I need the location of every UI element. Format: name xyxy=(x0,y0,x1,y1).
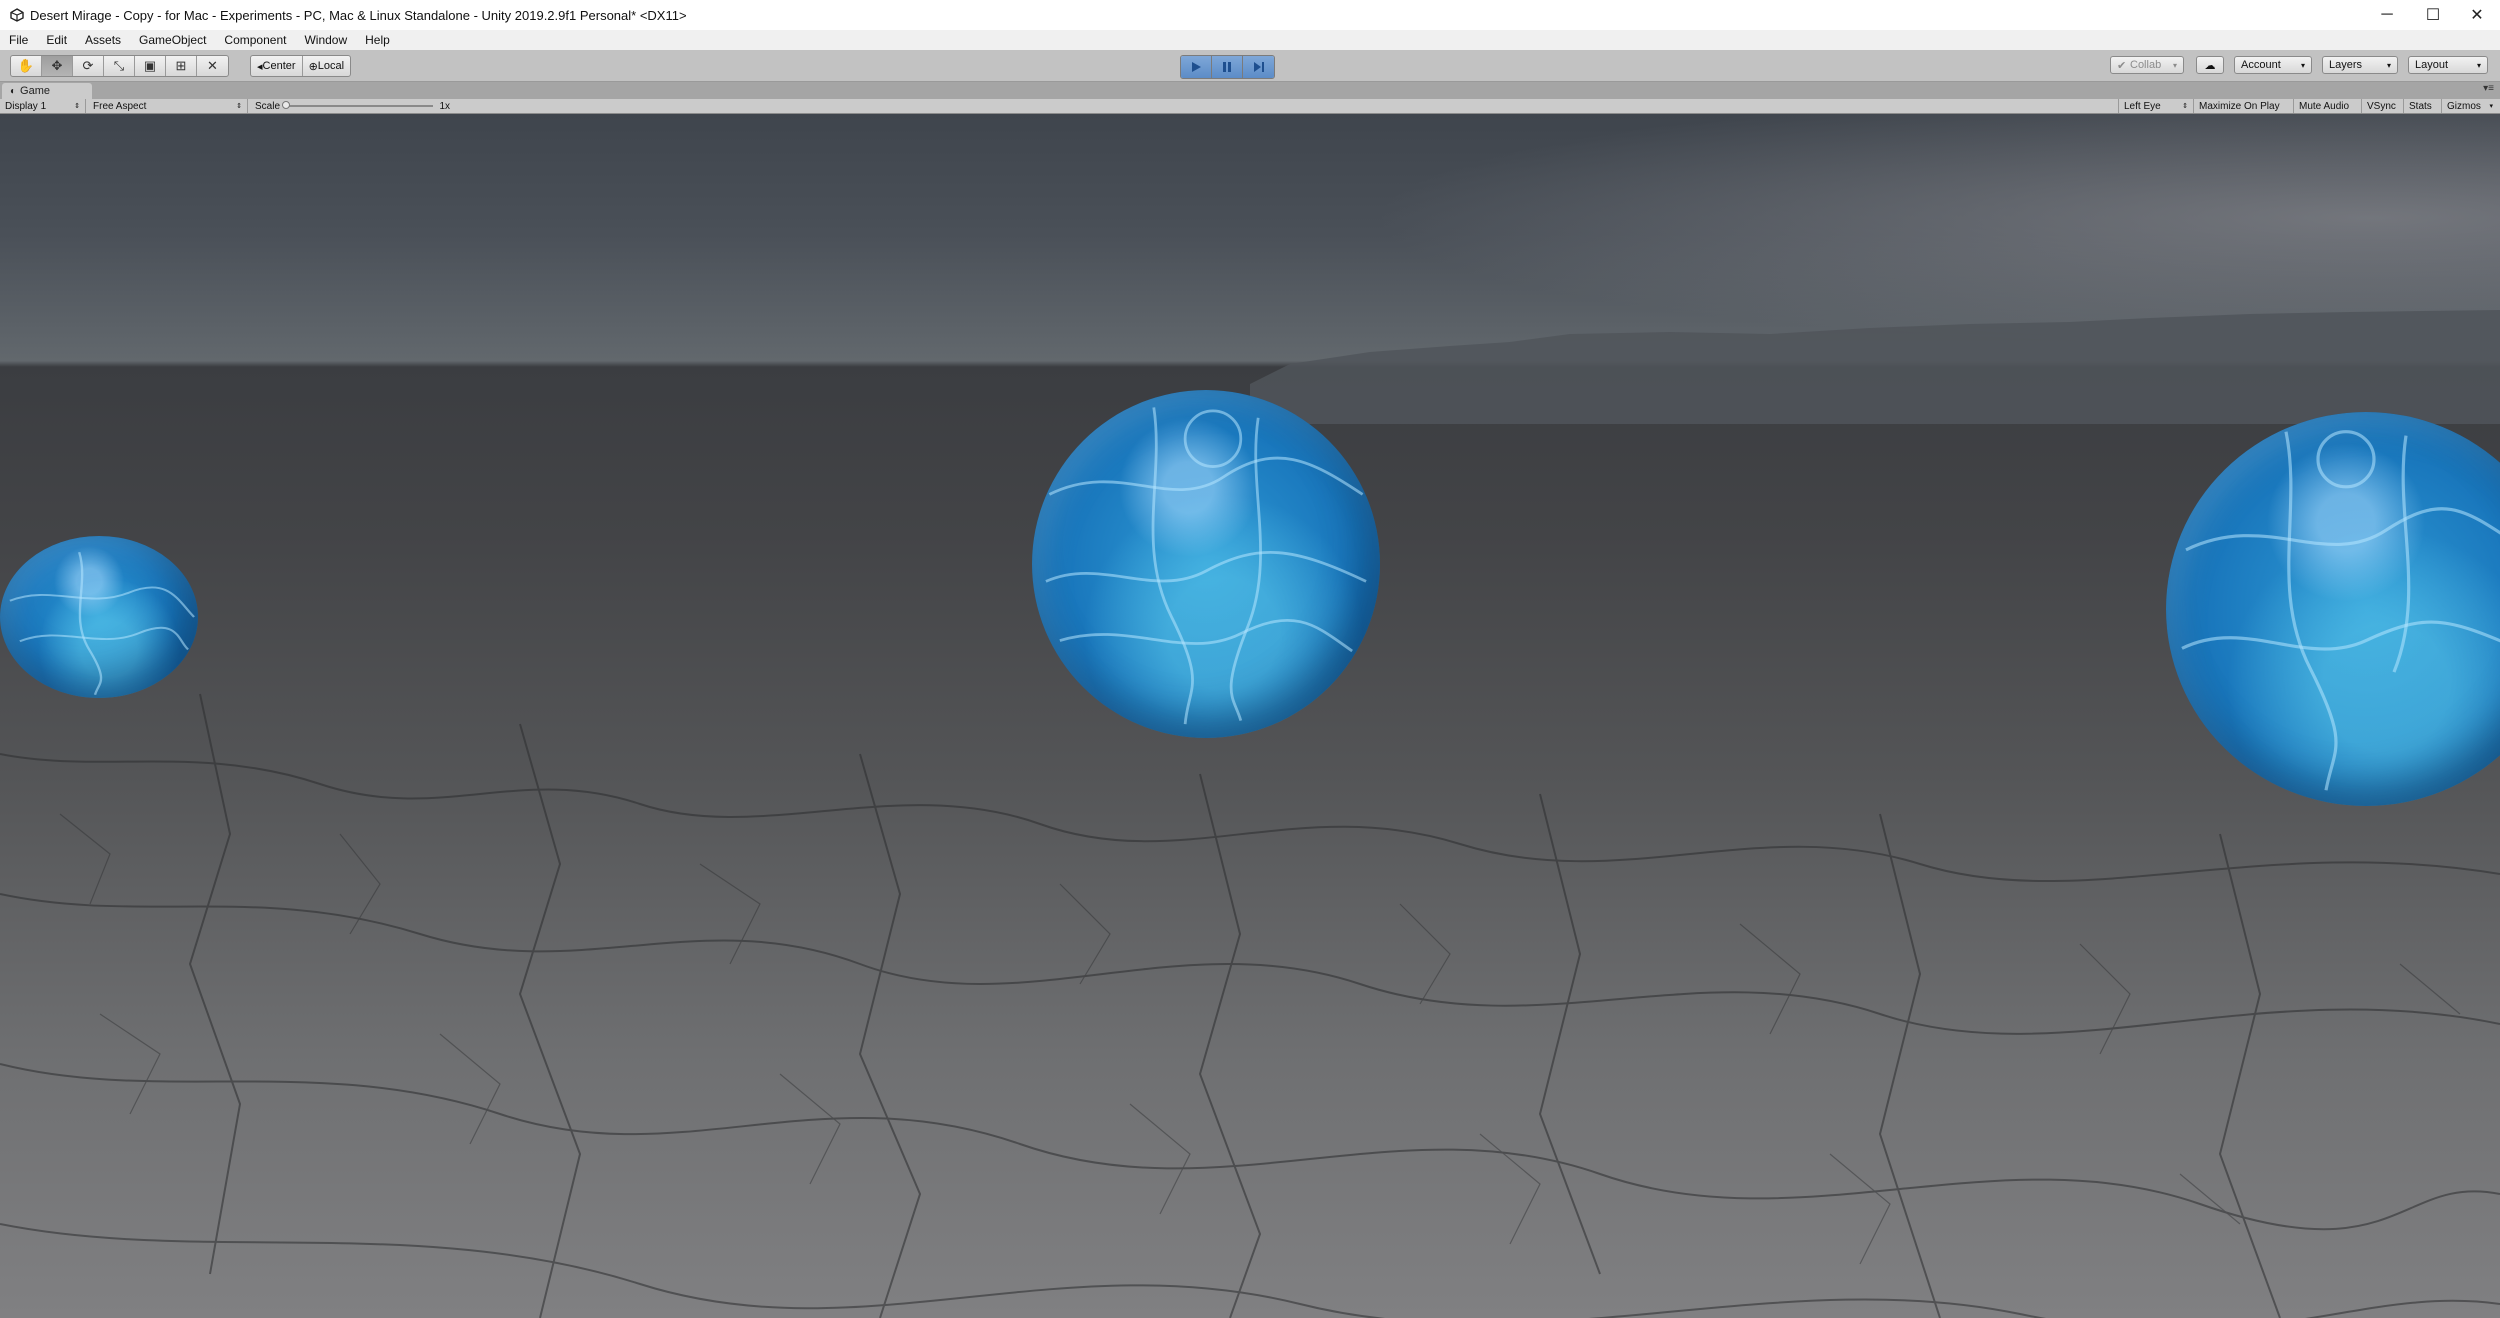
account-label: Account xyxy=(2241,59,2281,71)
step-button[interactable] xyxy=(1243,56,1274,78)
mute-audio-toggle[interactable]: Mute Audio xyxy=(2294,99,2362,113)
menu-gameobject[interactable]: GameObject xyxy=(130,33,215,47)
close-icon[interactable]: ✕ xyxy=(2454,0,2500,30)
menu-component[interactable]: Component xyxy=(215,33,295,47)
unity-logo-icon xyxy=(10,8,24,22)
account-caret-icon: ▾ xyxy=(2300,60,2305,70)
maximize-icon[interactable]: ☐ xyxy=(2410,0,2456,30)
account-dropdown[interactable]: Account ▾ xyxy=(2234,56,2312,74)
vsync-toggle[interactable]: VSync xyxy=(2362,99,2404,113)
collab-check-icon: ✔ xyxy=(2117,59,2127,72)
menu-bar: File Edit Assets GameObject Component Wi… xyxy=(0,30,2500,50)
pivot-local-label: Local xyxy=(317,60,345,72)
menu-edit[interactable]: Edit xyxy=(37,33,76,47)
menu-file[interactable]: File xyxy=(0,33,37,47)
play-icon xyxy=(1192,62,1201,72)
game-tab-icon: ◐ xyxy=(10,85,17,97)
play-button[interactable] xyxy=(1181,56,1212,78)
aspect-updown-icon: ⇕ xyxy=(236,103,242,110)
layers-label: Layers xyxy=(2329,59,2363,71)
maximize-on-play-label: Maximize On Play xyxy=(2199,100,2280,112)
window-title: Desert Mirage - Copy - for Mac - Experim… xyxy=(30,7,687,23)
play-controls xyxy=(1180,55,1275,79)
rect-tool-icon[interactable]: ▣ xyxy=(135,56,166,76)
rotate-tool-icon[interactable]: ⟳ xyxy=(73,56,104,76)
tab-game[interactable]: ◐ Game xyxy=(2,83,92,99)
layers-caret-icon: ▾ xyxy=(2386,60,2391,70)
maximize-on-play-toggle[interactable]: Maximize On Play xyxy=(2194,99,2294,113)
menu-assets[interactable]: Assets xyxy=(76,33,130,47)
game-tab-label: Game xyxy=(20,85,51,97)
tab-menu-icon[interactable]: ▾≡ xyxy=(2483,83,2494,94)
transform-tool-icon[interactable]: ⊞ xyxy=(166,56,197,76)
custom-tool-icon[interactable]: ✕ xyxy=(197,56,228,76)
layers-dropdown[interactable]: Layers ▾ xyxy=(2322,56,2398,74)
sphere-caustics xyxy=(2181,430,2500,791)
collab-button[interactable]: ✔ Collab ▾ xyxy=(2110,56,2184,74)
gizmos-dropdown[interactable]: Gizmos ▾ xyxy=(2442,99,2498,113)
display-label: Display 1 xyxy=(5,100,47,112)
minimize-icon[interactable]: ─ xyxy=(2364,0,2410,30)
gizmos-caret-icon: ▾ xyxy=(2489,103,2493,110)
pivot-local-icon: ⊕ xyxy=(308,60,318,73)
eye-label: Left Eye xyxy=(2124,100,2161,112)
cloud-button[interactable]: ☁ xyxy=(2196,56,2224,74)
water-sphere-center[interactable] xyxy=(1032,390,1380,738)
layout-dropdown[interactable]: Layout ▾ xyxy=(2408,56,2488,74)
sphere-caustics xyxy=(9,551,195,696)
layout-caret-icon: ▾ xyxy=(2476,60,2481,70)
scale-tool-icon[interactable]: ⤡ xyxy=(104,56,135,76)
scale-slider-thumb[interactable] xyxy=(282,101,290,109)
step-icon xyxy=(1253,62,1264,72)
hand-tool-icon[interactable]: ✋ xyxy=(11,56,42,76)
distant-mountains xyxy=(1250,310,2500,424)
menu-help[interactable]: Help xyxy=(356,33,399,47)
pause-icon xyxy=(1223,62,1231,72)
window-title-bar: Desert Mirage - Copy - for Mac - Experim… xyxy=(0,0,2500,31)
game-viewport[interactable] xyxy=(0,114,2500,1318)
pause-button[interactable] xyxy=(1212,56,1243,78)
transform-tools: ✋ ✥ ⟳ ⤡ ▣ ⊞ ✕ xyxy=(10,55,229,77)
main-toolbar: ✋ ✥ ⟳ ⤡ ▣ ⊞ ✕ ◂ Center ⊕ Local ✔ Collab … xyxy=(0,50,2500,82)
pivot-center-button[interactable]: ◂ Center xyxy=(251,56,303,76)
game-view-toolbar: Display 1 ⇕ Free Aspect ⇕ Scale 1x Left … xyxy=(0,99,2500,114)
pivot-center-label: Center xyxy=(262,60,296,72)
scale-label: Scale xyxy=(255,100,281,112)
scale-value: 1x xyxy=(439,100,450,112)
eye-dropdown[interactable]: Left Eye ⇕ xyxy=(2118,99,2194,113)
mute-audio-label: Mute Audio xyxy=(2299,100,2350,112)
eye-updown-icon: ⇕ xyxy=(2182,103,2188,110)
cloud-icon: ☁ xyxy=(2204,59,2216,72)
stats-toggle[interactable]: Stats xyxy=(2404,99,2442,113)
menu-window[interactable]: Window xyxy=(295,33,356,47)
water-sphere-right[interactable] xyxy=(2166,412,2500,806)
game-tab-row: ◐ Game ▾≡ xyxy=(0,82,2500,99)
display-updown-icon: ⇕ xyxy=(74,103,80,110)
pivot-local-button[interactable]: ⊕ Local xyxy=(303,56,351,76)
aspect-label: Free Aspect xyxy=(93,100,147,112)
display-dropdown[interactable]: Display 1 ⇕ xyxy=(0,99,86,113)
pivot-toggles: ◂ Center ⊕ Local xyxy=(250,55,352,77)
collab-label: Collab xyxy=(2130,59,2162,71)
collab-caret-icon: ▾ xyxy=(2172,60,2177,70)
sphere-caustics xyxy=(1045,407,1367,725)
water-sphere-left[interactable] xyxy=(0,536,198,698)
move-tool-icon[interactable]: ✥ xyxy=(42,56,73,76)
aspect-dropdown[interactable]: Free Aspect ⇕ xyxy=(88,99,248,113)
vsync-label: VSync xyxy=(2367,100,2396,112)
gizmos-label: Gizmos xyxy=(2447,100,2481,112)
stats-label: Stats xyxy=(2409,100,2432,112)
layout-label: Layout xyxy=(2415,59,2449,71)
scale-slider-track[interactable] xyxy=(285,105,433,107)
